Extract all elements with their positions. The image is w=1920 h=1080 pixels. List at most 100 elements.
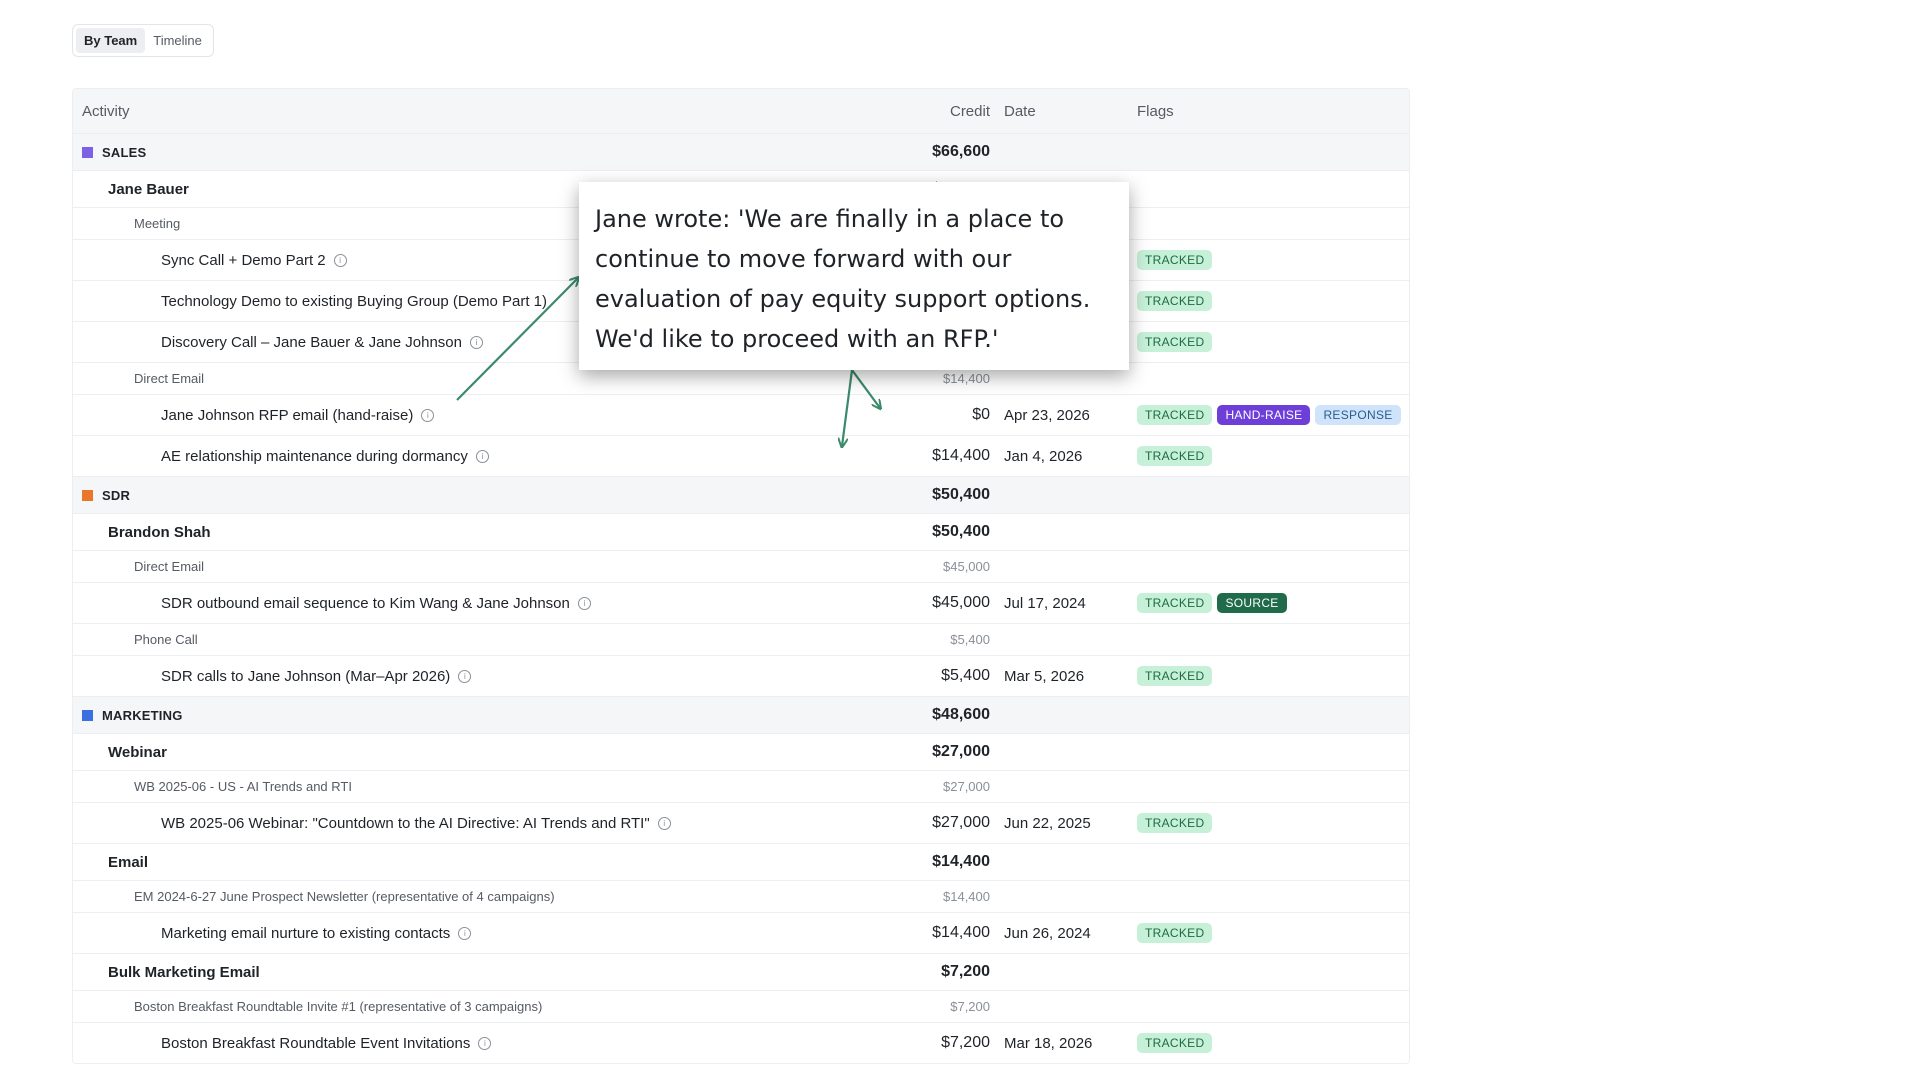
- tracked-badge: TRACKED: [1137, 666, 1213, 686]
- table-row[interactable]: SDR calls to Jane Johnson (Mar–Apr 2026)…: [73, 656, 1409, 697]
- activity-credit: $0: [972, 406, 990, 423]
- source-badge: SOURCE: [1217, 593, 1287, 613]
- table-row[interactable]: Marketing email nurture to existing cont…: [73, 913, 1409, 954]
- group-label: WB 2025-06 - US - AI Trends and RTI: [134, 779, 352, 794]
- info-icon[interactable]: i: [478, 1036, 492, 1050]
- table-row[interactable]: AE relationship maintenance during dorma…: [73, 436, 1409, 477]
- group-label: Boston Breakfast Roundtable Invite #1 (r…: [134, 999, 543, 1014]
- team-credit: $48,600: [932, 706, 990, 723]
- group-row-phone-call: Phone Call $5,400: [73, 624, 1409, 656]
- group-credit: $5,400: [950, 632, 990, 647]
- team-color-swatch: [82, 146, 93, 158]
- timeline-tab[interactable]: Timeline: [145, 28, 210, 53]
- team-row-sales[interactable]: SALES $66,600: [73, 134, 1409, 171]
- activity-credit: $14,400: [932, 924, 990, 941]
- channel-credit: $27,000: [932, 743, 990, 760]
- tracked-badge: TRACKED: [1137, 923, 1213, 943]
- channel-row-bulk-marketing-email[interactable]: Bulk Marketing Email $7,200: [73, 954, 1409, 991]
- tracked-badge: TRACKED: [1137, 250, 1213, 270]
- group-label: Phone Call: [134, 632, 198, 647]
- info-icon[interactable]: i: [458, 926, 472, 940]
- activity-date: Apr 23, 2026: [1004, 406, 1090, 424]
- channel-name: Email: [108, 853, 149, 871]
- team-name: MARKETING: [102, 707, 183, 723]
- team-credit: $66,600: [932, 143, 990, 160]
- channel-name: Bulk Marketing Email: [108, 963, 260, 981]
- team-row-marketing[interactable]: MARKETING $48,600: [73, 697, 1409, 734]
- table-row[interactable]: SDR outbound email sequence to Kim Wang …: [73, 583, 1409, 624]
- response-badge: RESPONSE: [1315, 405, 1401, 425]
- info-icon[interactable]: i: [470, 335, 483, 349]
- group-row-email-campaign: EM 2024-6-27 June Prospect Newsletter (r…: [73, 881, 1409, 913]
- team-row-sdr[interactable]: SDR $50,400: [73, 477, 1409, 514]
- by-team-tab[interactable]: By Team: [76, 28, 146, 53]
- activity-label: WB 2025-06 Webinar: "Countdown to the AI…: [161, 814, 650, 832]
- group-row-direct-email: Direct Email $45,000: [73, 551, 1409, 583]
- group-row-webinar-campaign: WB 2025-06 - US - AI Trends and RTI $27,…: [73, 771, 1409, 803]
- team-color-swatch: [82, 709, 93, 721]
- activity-date: Mar 5, 2026: [1004, 667, 1085, 685]
- channel-row-email[interactable]: Email $14,400: [73, 844, 1409, 881]
- group-label: Direct Email: [134, 371, 205, 386]
- activity-label: Discovery Call – Jane Bauer & Jane Johns…: [161, 333, 462, 351]
- activity-column-header: Activity: [82, 102, 130, 120]
- channel-name: Webinar: [108, 743, 167, 761]
- activity-label: AE relationship maintenance during dorma…: [161, 447, 468, 465]
- channel-credit: $14,400: [932, 853, 990, 870]
- person-credit: $50,400: [932, 523, 990, 540]
- person-row-brandon-shah[interactable]: Brandon Shah $50,400: [73, 514, 1409, 551]
- tracked-badge: TRACKED: [1137, 1033, 1213, 1053]
- activity-date: Jan 4, 2026: [1004, 447, 1083, 465]
- table-row[interactable]: Jane Johnson RFP email (hand-raise) i $0 …: [73, 395, 1409, 436]
- activity-credit: $45,000: [932, 594, 990, 611]
- quote-callout: Jane wrote: 'We are finally in a place t…: [579, 182, 1129, 370]
- tracked-badge: TRACKED: [1137, 332, 1213, 352]
- tracked-badge: TRACKED: [1137, 291, 1213, 311]
- info-icon[interactable]: i: [333, 253, 347, 267]
- tracked-badge: TRACKED: [1137, 405, 1213, 425]
- channel-credit: $7,200: [941, 963, 990, 980]
- tracked-badge: TRACKED: [1137, 813, 1213, 833]
- tracked-badge: TRACKED: [1137, 593, 1213, 613]
- info-icon[interactable]: i: [475, 449, 489, 463]
- table-header: Activity Credit Date Flags: [73, 89, 1409, 134]
- callout-text: Jane wrote: 'We are finally in a place t…: [595, 205, 1091, 353]
- activity-credit: $5,400: [941, 667, 990, 684]
- activity-date: Jun 22, 2025: [1004, 814, 1091, 832]
- group-label: Meeting: [134, 216, 181, 231]
- group-credit: $7,200: [950, 999, 990, 1014]
- flags-column-header: Flags: [1137, 102, 1174, 120]
- person-name: Jane Bauer: [108, 180, 189, 198]
- activity-label: Jane Johnson RFP email (hand-raise): [161, 406, 414, 424]
- info-icon[interactable]: i: [458, 669, 472, 683]
- person-name: Brandon Shah: [108, 523, 211, 541]
- activity-label: Sync Call + Demo Part 2: [161, 251, 326, 269]
- team-credit: $50,400: [932, 486, 990, 503]
- group-row-bulk-campaign: Boston Breakfast Roundtable Invite #1 (r…: [73, 991, 1409, 1023]
- info-icon[interactable]: i: [421, 408, 435, 422]
- channel-row-webinar[interactable]: Webinar $27,000: [73, 734, 1409, 771]
- activity-date: Jun 26, 2024: [1004, 924, 1091, 942]
- hand-raise-badge: HAND-RAISE: [1217, 405, 1311, 425]
- activity-credit: $14,400: [932, 447, 990, 464]
- activity-label: Boston Breakfast Roundtable Event Invita…: [161, 1034, 471, 1052]
- view-toggle: By Team Timeline: [72, 24, 214, 57]
- date-column-header: Date: [1004, 102, 1036, 120]
- activity-label: SDR calls to Jane Johnson (Mar–Apr 2026): [161, 667, 451, 685]
- activity-date: Mar 18, 2026: [1004, 1034, 1093, 1052]
- group-credit: $14,400: [943, 889, 990, 904]
- tracked-badge: TRACKED: [1137, 446, 1213, 466]
- activity-date: Jul 17, 2024: [1004, 594, 1086, 612]
- group-credit: $45,000: [943, 559, 990, 574]
- activity-credit: $27,000: [932, 814, 990, 831]
- activity-label: Marketing email nurture to existing cont…: [161, 924, 451, 942]
- group-credit: $27,000: [943, 779, 990, 794]
- info-icon[interactable]: i: [577, 596, 591, 610]
- activity-credit: $7,200: [941, 1034, 990, 1051]
- table-row[interactable]: Boston Breakfast Roundtable Event Invita…: [73, 1023, 1409, 1063]
- group-label: EM 2024-6-27 June Prospect Newsletter (r…: [134, 889, 555, 904]
- team-name: SDR: [102, 487, 131, 503]
- activity-label: Technology Demo to existing Buying Group…: [161, 292, 548, 310]
- activity-label: SDR outbound email sequence to Kim Wang …: [161, 594, 570, 612]
- table-row[interactable]: WB 2025-06 Webinar: "Countdown to the AI…: [73, 803, 1409, 844]
